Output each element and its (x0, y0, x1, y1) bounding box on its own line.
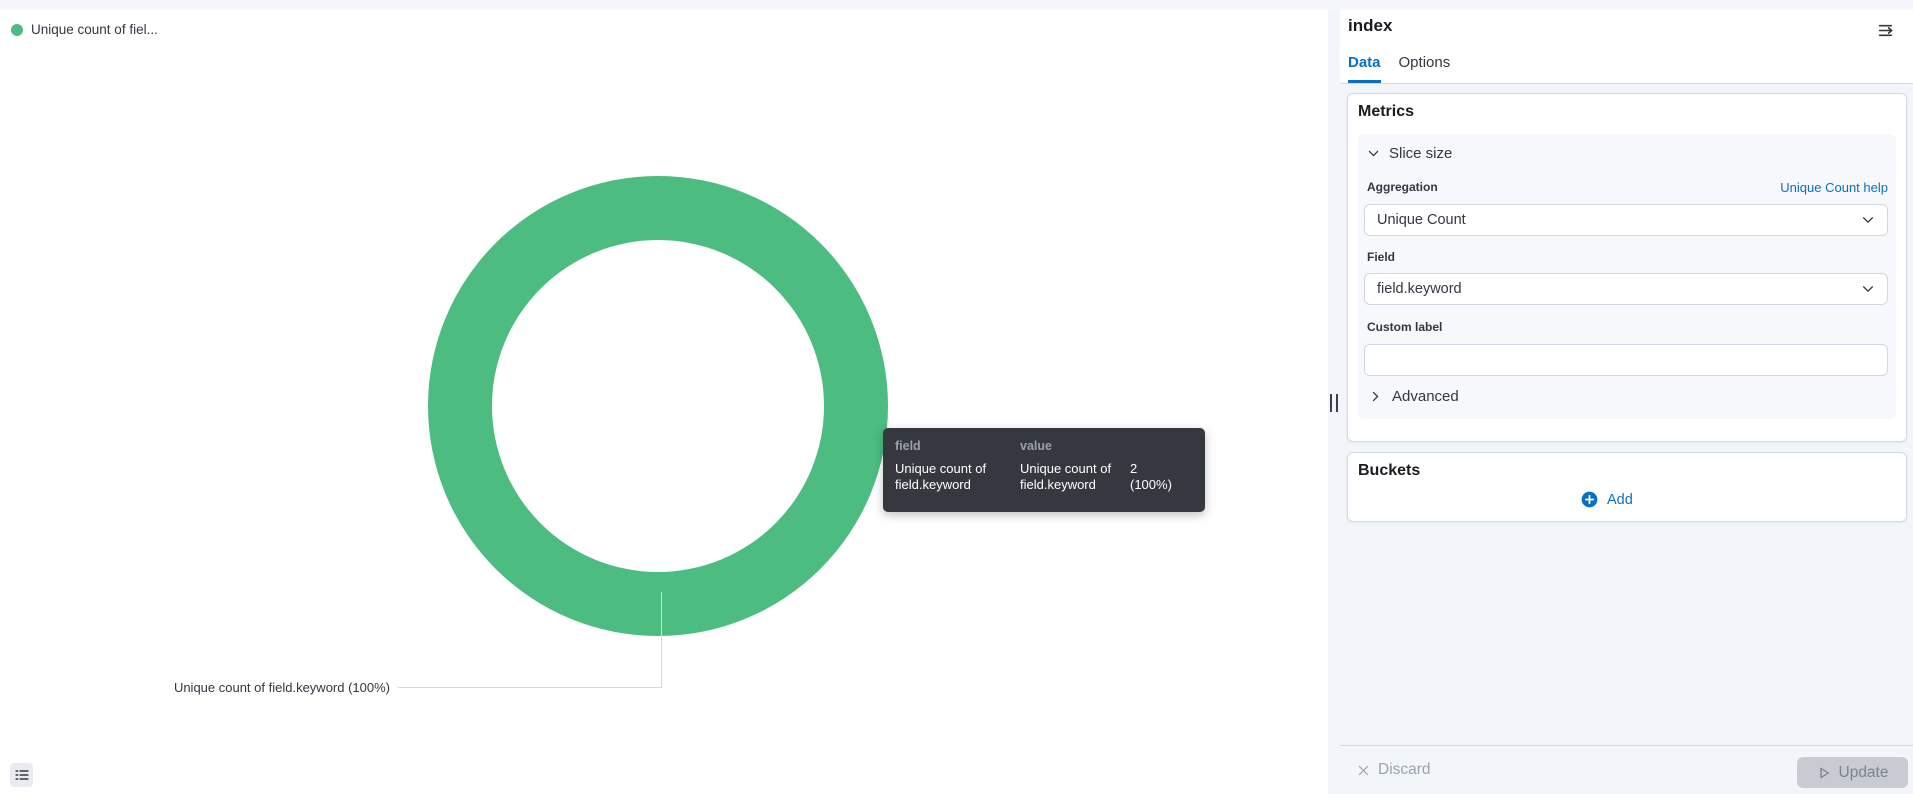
aggregation-select-value: Unique Count (1377, 212, 1466, 228)
discard-button[interactable]: Discard (1357, 761, 1431, 779)
advanced-accordion-toggle[interactable]: Advanced (1369, 388, 1459, 405)
collapse-sidebar-button[interactable] (1876, 20, 1897, 44)
chevron-down-icon (1862, 217, 1874, 223)
field-select[interactable]: field.keyword (1364, 273, 1888, 305)
aggregation-label: Aggregation (1367, 180, 1438, 194)
tooltip-value-label-cell: Unique count of field.keyword (1020, 461, 1112, 492)
aggregation-select[interactable]: Unique Count (1364, 204, 1888, 236)
chart-legend-item[interactable]: Unique count of fiel... (11, 22, 158, 37)
legend-toggle-button[interactable] (10, 763, 33, 787)
tab-data[interactable]: Data (1348, 54, 1381, 83)
slice-size-accordion-toggle[interactable]: Slice size (1367, 145, 1452, 162)
tooltip-value-number-cell: 2 (100%) (1130, 461, 1172, 492)
tooltip-field-cell: Unique count of field.keyword (895, 461, 987, 492)
kibana-visualize-editor: Unique count of fiel... Unique count of … (0, 0, 1913, 794)
slice-callout-line-vertical (661, 592, 662, 688)
page-top-strip (0, 0, 1913, 10)
sidebar-footer: Discard Update (1340, 745, 1913, 794)
slice-size-accordion: Slice size Aggregation Unique Count help… (1358, 134, 1896, 419)
donut-slice[interactable] (428, 176, 888, 636)
sidebar-resize-handle[interactable] (1330, 394, 1338, 412)
slice-callout-label: Unique count of field.keyword (100%) (173, 680, 390, 695)
sidebar-body: Metrics Slice size Aggregation Unique Co… (1340, 84, 1913, 745)
advanced-label: Advanced (1392, 388, 1459, 405)
legend-color-dot (11, 23, 23, 36)
add-bucket-label: Add (1607, 491, 1633, 508)
play-icon (1819, 767, 1829, 778)
slice-callout-line-horizontal (398, 687, 662, 688)
buckets-card: Buckets Add (1347, 452, 1907, 522)
discard-label: Discard (1378, 761, 1431, 778)
sidebar-header: index Data Options (1340, 10, 1913, 84)
chevron-down-icon (1862, 286, 1874, 292)
update-label: Update (1838, 763, 1889, 781)
cross-icon (1358, 765, 1369, 775)
metrics-heading: Metrics (1358, 103, 1415, 120)
tooltip-header-value: value (1020, 439, 1052, 453)
field-label: Field (1367, 250, 1396, 264)
legend-label: Unique count of fiel... (31, 22, 158, 37)
unique-count-help-link[interactable]: Unique Count help (1780, 180, 1888, 195)
custom-label-label: Custom label (1367, 320, 1443, 334)
chevron-right-icon (1372, 391, 1379, 402)
index-pattern-title: index (1348, 16, 1393, 35)
add-bucket-button[interactable]: Add (1581, 491, 1633, 508)
buckets-heading: Buckets (1358, 462, 1421, 479)
list-icon (14, 770, 29, 780)
donut-hole (492, 240, 824, 572)
field-select-value: field.keyword (1377, 281, 1462, 297)
menu-right-icon (1878, 24, 1893, 37)
metrics-card: Metrics Slice size Aggregation Unique Co… (1347, 93, 1907, 442)
chevron-down-icon (1368, 150, 1379, 157)
tooltip-header-field: field (895, 439, 921, 453)
slice-size-label: Slice size (1389, 145, 1453, 162)
sidebar-tabs: Data Options (1348, 54, 1450, 83)
chart-tooltip: field value Unique count of field.keywor… (883, 428, 1205, 512)
tab-options[interactable]: Options (1399, 54, 1451, 83)
chart-panel: Unique count of fiel... Unique count of … (0, 10, 1328, 794)
custom-label-input[interactable] (1364, 344, 1888, 376)
update-button[interactable]: Update (1797, 757, 1908, 788)
plus-in-circle-icon (1581, 491, 1598, 508)
